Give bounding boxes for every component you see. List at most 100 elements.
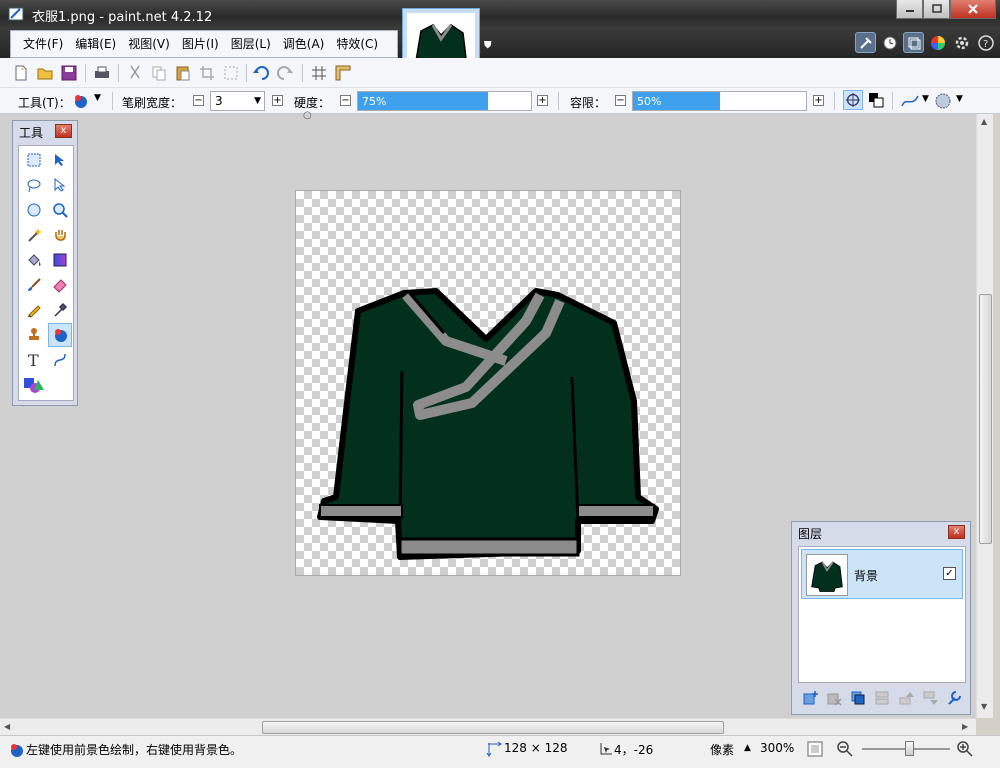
blend-mode-dropdown-icon[interactable]: ▼ [956, 94, 963, 104]
horizontal-scrollbar[interactable]: ◀ ▶ [0, 718, 976, 735]
ruler-icon[interactable] [334, 64, 352, 82]
duplicate-layer-icon[interactable] [850, 690, 866, 706]
menu-view[interactable]: 视图(V) [122, 31, 176, 57]
antialiasing-dropdown-icon[interactable]: ▼ [922, 94, 929, 104]
undo-icon[interactable] [252, 64, 270, 82]
menu-effects[interactable]: 特效(C) [330, 31, 384, 57]
zoom-in-icon[interactable] [956, 740, 974, 758]
help-button[interactable]: ? [975, 32, 996, 53]
hardness-decrease-button[interactable]: − [340, 95, 351, 106]
clone-stamp-icon [29, 328, 39, 340]
image-canvas[interactable] [295, 190, 681, 576]
units-selector[interactable]: 像素 [710, 741, 734, 758]
toolbar-separator [112, 92, 113, 110]
scroll-down-arrow-icon[interactable]: ▼ [981, 702, 987, 711]
scroll-right-arrow-icon[interactable]: ▶ [962, 722, 968, 731]
shapes-tool[interactable] [22, 373, 46, 397]
layer-item[interactable]: 背景 ✓ [801, 549, 963, 599]
color-picker-tool[interactable] [48, 298, 72, 322]
vertical-scrollbar[interactable]: ▲ ▼ [976, 114, 993, 718]
save-icon[interactable] [60, 64, 78, 82]
scroll-up-arrow-icon[interactable]: ▲ [981, 117, 987, 126]
menu-layers[interactable]: 图层(L) [225, 31, 277, 57]
layer-properties-icon[interactable] [946, 690, 962, 706]
layers-toggle-button[interactable] [903, 32, 924, 53]
vertical-scroll-thumb[interactable] [979, 294, 992, 544]
line-curve-tool[interactable] [48, 348, 72, 372]
clone-stamp-tool[interactable] [22, 323, 46, 347]
brush-width-value: 3 [215, 94, 223, 108]
tools-panel-close-button[interactable]: x [55, 124, 72, 138]
print-icon[interactable] [93, 64, 111, 82]
add-layer-icon[interactable] [802, 690, 818, 706]
layer-visibility-checkbox[interactable]: ✓ [943, 567, 956, 580]
minimize-button[interactable] [896, 0, 923, 19]
zoom-slider-thumb[interactable] [905, 741, 914, 756]
paintbrush-icon [28, 278, 41, 291]
menu-image[interactable]: 图片(I) [176, 31, 225, 57]
redo-icon[interactable] [276, 64, 294, 82]
brush-width-combo[interactable]: 3 ▼ [210, 91, 265, 111]
sampling-target-icon[interactable] [843, 90, 863, 110]
scroll-left-arrow-icon[interactable]: ◀ [4, 722, 10, 731]
merge-layer-down-icon[interactable] [874, 690, 890, 706]
shapes-icon [24, 378, 44, 393]
crop-icon[interactable] [198, 64, 216, 82]
horizontal-scroll-thumb[interactable] [262, 721, 724, 734]
grid-icon[interactable] [310, 64, 328, 82]
magic-wand-tool[interactable] [22, 223, 46, 247]
deselect-icon[interactable] [222, 64, 240, 82]
layers-panel-close-button[interactable]: x [948, 525, 965, 539]
paste-icon[interactable] [174, 64, 192, 82]
layer-shirt-thumbnail-image [811, 561, 843, 592]
gradient-tool[interactable] [48, 248, 72, 272]
new-document-icon[interactable]: * [12, 64, 30, 82]
hardness-slider[interactable]: 75% [357, 91, 532, 111]
blend-mode-icon[interactable] [934, 92, 952, 110]
menu-edit[interactable]: 编辑(E) [69, 31, 122, 57]
cut-icon[interactable] [126, 64, 144, 82]
maximize-button[interactable] [923, 0, 950, 19]
tools-toggle-button[interactable] [855, 32, 876, 53]
paint-bucket-tool[interactable] [22, 248, 46, 272]
menu-adjustments[interactable]: 调色(A) [277, 31, 331, 57]
colors-toggle-button[interactable] [927, 32, 948, 53]
zoom-to-window-icon[interactable] [806, 740, 824, 758]
text-tool[interactable]: T [22, 348, 46, 372]
color-wheel-icon [930, 35, 945, 50]
ellipse-select-tool[interactable] [22, 198, 46, 222]
lasso-select-tool[interactable] [22, 173, 46, 197]
move-layer-up-icon[interactable] [898, 690, 914, 706]
open-folder-icon[interactable] [36, 64, 54, 82]
recolor-tool-icon[interactable] [72, 93, 90, 109]
copy-icon[interactable] [150, 64, 168, 82]
tool-dropdown-arrow-icon[interactable]: ▼ [94, 93, 101, 103]
zoom-tool[interactable] [48, 198, 72, 222]
settings-button[interactable] [951, 32, 972, 53]
zoom-out-icon[interactable] [836, 740, 854, 758]
antialiasing-icon[interactable] [900, 92, 920, 110]
pencil-tool[interactable] [22, 298, 46, 322]
eraser-tool[interactable] [48, 273, 72, 297]
delete-layer-icon[interactable] [826, 690, 842, 706]
tolerance-decrease-button[interactable]: − [615, 95, 626, 106]
brush-width-increase-button[interactable]: + [272, 95, 283, 106]
tolerance-slider[interactable]: 50% [632, 91, 807, 111]
toolbar-separator [834, 92, 835, 110]
move-selection-tool[interactable] [48, 173, 72, 197]
rectangle-select-tool[interactable] [22, 148, 46, 172]
tolerance-increase-button[interactable]: + [813, 95, 824, 106]
tab-list-dropdown-icon[interactable]: ⛊ [484, 40, 492, 51]
units-dropdown-icon[interactable]: ▲ [744, 743, 751, 753]
pan-tool[interactable] [48, 223, 72, 247]
move-selected-tool[interactable] [48, 148, 72, 172]
hardness-increase-button[interactable]: + [537, 95, 548, 106]
paintbrush-tool[interactable] [22, 273, 46, 297]
menu-file[interactable]: 文件(F) [17, 31, 69, 57]
close-button[interactable] [950, 0, 996, 19]
recolor-tool[interactable] [48, 323, 72, 347]
sample-layer-icon[interactable] [868, 92, 884, 108]
move-layer-down-icon[interactable] [922, 690, 938, 706]
brush-width-decrease-button[interactable]: − [193, 95, 204, 106]
history-toggle-button[interactable] [879, 32, 900, 53]
